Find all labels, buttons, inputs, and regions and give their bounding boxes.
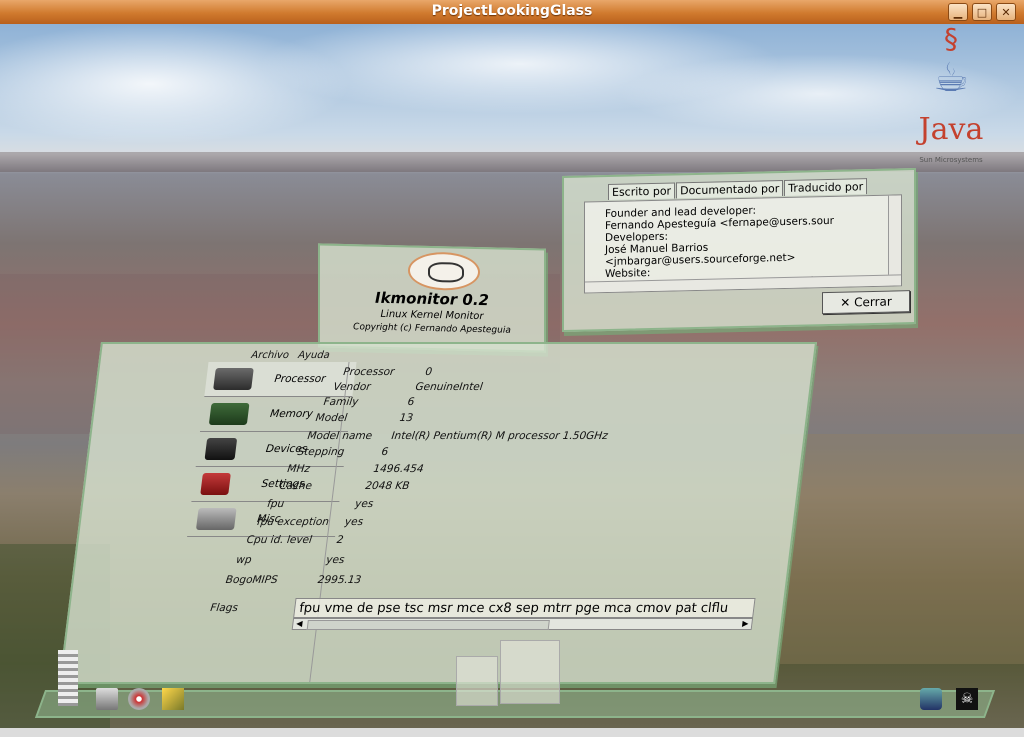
cerrar-button[interactable]: ✕ Cerrar (822, 290, 910, 315)
info-key: fpu exception (256, 516, 330, 528)
scroll-right-icon[interactable]: ▶ (739, 619, 752, 629)
info-key: Vendor (332, 381, 372, 393)
info-value: 2048 KB (364, 480, 411, 492)
computer-icon (195, 508, 237, 530)
maximize-button[interactable]: □ (972, 3, 992, 21)
info-value: GenuineIntel (414, 381, 484, 393)
info-value: Intel(R) Pentium(R) M processor 1.50GHz (390, 430, 609, 442)
splash-title: Ikmonitor 0.2 (375, 288, 489, 310)
info-key: BogoMIPS (225, 574, 279, 586)
ikmonitor-splash: Ikmonitor 0.2 Linux Kernel Monitor Copyr… (318, 243, 546, 353)
flags-label: Flags (209, 602, 239, 614)
info-key: Processor (342, 366, 396, 378)
window-titlebar: ProjectLookingGlass ▁ □ ✕ (0, 0, 1024, 25)
close-button[interactable]: ✕ (996, 3, 1016, 21)
info-value: 6 (380, 446, 389, 458)
settings-tools-icon (200, 473, 231, 495)
device-chip-icon (204, 438, 238, 460)
tab-documented-by[interactable]: Documentado por (676, 179, 784, 199)
sidebar-item-label: Processor (273, 373, 327, 385)
menu-ayuda[interactable]: Ayuda (297, 350, 330, 361)
computer-icon[interactable] (96, 688, 118, 710)
menu-archivo[interactable]: Archivo (251, 350, 290, 361)
credits-vertical-scrollbar[interactable] (888, 195, 901, 286)
minimized-window-thumbnail[interactable] (456, 656, 498, 706)
sidebar-item-settings[interactable]: Settings (191, 467, 344, 502)
pirate-flag-icon[interactable]: ☠ (956, 688, 978, 710)
info-value: yes (344, 516, 364, 528)
info-key: fpu (266, 498, 285, 510)
info-value: 2995.13 (317, 574, 362, 586)
info-value: yes (354, 498, 374, 510)
info-value: 1496.454 (372, 463, 425, 475)
editor-icon[interactable] (162, 688, 184, 710)
info-key: wp (235, 554, 253, 566)
info-value: 6 (406, 396, 416, 408)
info-key: Stepping (296, 446, 346, 458)
about-dialog: Escrito por Documentado por Traducido por … (562, 167, 916, 333)
splash-copyright: Copyright (c) Fernando Apesteguia (353, 322, 511, 336)
close-x-icon: ✕ (840, 295, 855, 310)
bottom-strip (0, 728, 1024, 737)
cd-icon[interactable] (128, 688, 150, 710)
menu-bar: Archivo Ayuda (251, 350, 337, 361)
memory-chip-icon (208, 403, 250, 425)
tab-translated-by[interactable]: Traducido por (784, 178, 868, 196)
info-value: yes (325, 554, 346, 566)
tab-written-by[interactable]: Escrito por (608, 182, 676, 200)
java-steam-icon: § (944, 22, 958, 55)
flags-field[interactable]: fpu vme de pse tsc msr mce cx8 sep mtrr … (293, 598, 756, 618)
scroll-thumb[interactable] (306, 620, 550, 630)
info-value: 0 (424, 366, 433, 378)
cerrar-label: Cerrar (854, 294, 892, 310)
credits-textarea[interactable]: Founder and lead developer: Fernando Ape… (584, 194, 902, 294)
info-key: Model name (306, 430, 373, 442)
java-logo: § ☕ Java Sun Microsystems (906, 22, 996, 164)
java-company: Sun Microsystems (919, 156, 983, 164)
info-key: Model (314, 412, 348, 424)
cpu-icon (213, 368, 254, 390)
launcher-stack-icon[interactable] (58, 650, 78, 706)
window-title: ProjectLookingGlass (431, 3, 593, 19)
info-key: Cpu id. level (245, 534, 313, 546)
sidebar-item-label: Memory (269, 408, 314, 420)
info-value: 13 (398, 412, 414, 424)
java-wordmark: Java (918, 112, 984, 147)
info-key: MHz (286, 463, 311, 475)
flags-horizontal-scrollbar[interactable]: ◀ ▶ (291, 618, 754, 630)
minimized-window-thumbnail[interactable] (500, 640, 560, 704)
scroll-left-icon[interactable]: ◀ (293, 619, 306, 629)
mascot-icon[interactable] (920, 688, 942, 710)
info-key: Family (322, 396, 360, 408)
ikmonitor-logo-icon (408, 251, 480, 292)
ikmonitor-main-window: Archivo Ayuda Processor Memory Devices S… (59, 342, 817, 684)
info-key: Cache (278, 480, 313, 492)
minimize-button[interactable]: ▁ (948, 3, 968, 21)
info-value: 2 (335, 534, 345, 546)
splash-subtitle: Linux Kernel Monitor (380, 308, 484, 323)
